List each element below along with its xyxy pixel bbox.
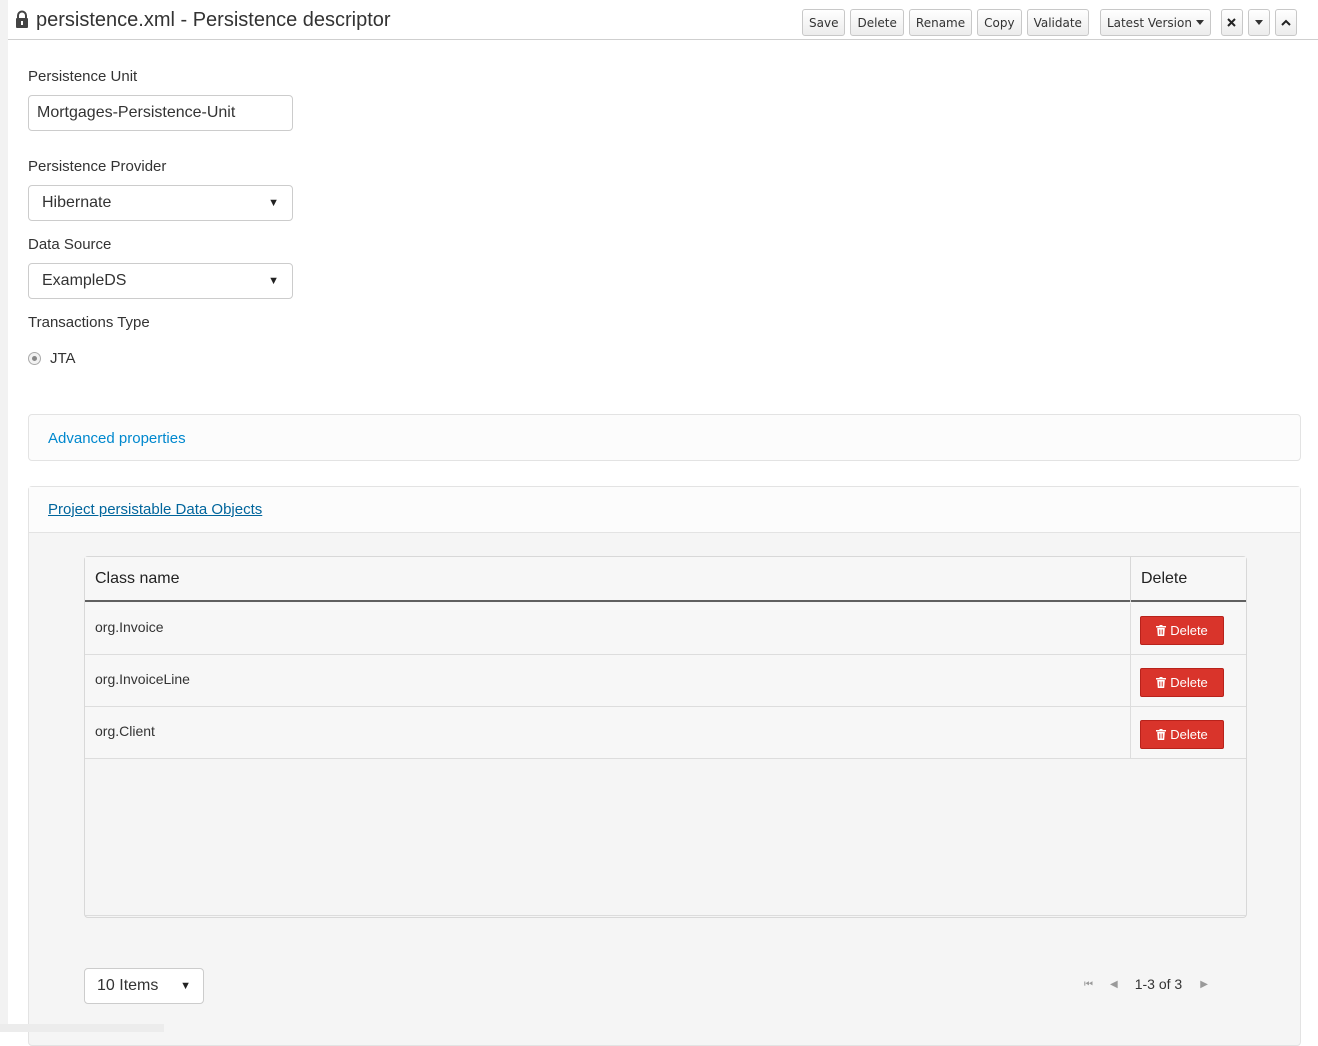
persistence-provider-value: Hibernate — [42, 194, 112, 211]
persistence-provider-select[interactable]: Hibernate ▼ — [28, 185, 293, 221]
table-bottom-border — [85, 915, 1246, 916]
chevron-up-icon — [1281, 19, 1291, 26]
data-source-value: ExampleDS — [42, 272, 127, 289]
jta-radio[interactable] — [28, 352, 41, 365]
editor-title: persistence.xml - Persistence descriptor — [36, 9, 391, 31]
pagination: ⏮ ◀ 1-3 of 3 ▶ — [1084, 976, 1225, 992]
previous-page-icon[interactable]: ◀ — [1110, 979, 1118, 990]
chevron-down-icon: ▼ — [180, 980, 191, 992]
first-page-icon[interactable]: ⏮ — [1084, 979, 1093, 990]
table-row: org.Client Delete — [85, 707, 1246, 759]
table-row: org.Invoice Delete — [85, 603, 1246, 655]
persistence-unit-label: Persistence Unit — [28, 68, 138, 85]
page-range: 1-3 of 3 — [1134, 976, 1183, 992]
row-delete-button[interactable]: Delete — [1140, 668, 1224, 697]
radio-selected-dot — [32, 356, 37, 361]
column-header-delete[interactable]: Delete — [1141, 570, 1187, 588]
data-objects-table: Class name Delete org.Invoice Delete org… — [84, 556, 1247, 918]
latest-version-dropdown[interactable]: Latest Version — [1099, 9, 1211, 36]
chevron-down-icon — [1254, 20, 1263, 25]
row-delete-label: Delete — [1170, 727, 1208, 742]
collapse-button[interactable] — [1274, 9, 1297, 36]
next-page-icon[interactable]: ▶ — [1200, 979, 1208, 990]
row-delete-label: Delete — [1170, 623, 1208, 638]
column-divider — [1130, 707, 1131, 759]
title-bar: persistence.xml - Persistence descriptor — [14, 9, 391, 31]
left-edge — [0, 0, 8, 1032]
data-objects-panel: Project persistable Data Objects Class n… — [28, 486, 1301, 1046]
rename-button[interactable]: Rename — [908, 9, 973, 36]
chevron-down-icon: ▼ — [268, 275, 279, 287]
page-size-select[interactable]: 10 Items ▼ — [84, 968, 204, 1004]
data-objects-heading: Project persistable Data Objects — [29, 487, 1300, 533]
table-row: org.InvoiceLine Delete — [85, 655, 1246, 707]
advanced-properties-panel: Advanced properties — [28, 414, 1301, 461]
class-name-cell: org.InvoiceLine — [95, 671, 190, 687]
menu-dropdown-button[interactable] — [1247, 9, 1270, 36]
validate-button[interactable]: Validate — [1026, 9, 1089, 36]
column-divider — [1130, 557, 1131, 602]
latest-version-label: Latest Version — [1106, 15, 1192, 30]
chevron-down-icon: ▼ — [268, 197, 279, 209]
row-delete-button[interactable]: Delete — [1140, 720, 1224, 749]
transactions-type-label: Transactions Type — [28, 314, 150, 331]
close-button[interactable] — [1220, 9, 1243, 36]
page-size-value: 10 Items — [97, 977, 159, 994]
editor-header: persistence.xml - Persistence descriptor… — [8, 0, 1318, 40]
trash-icon — [1156, 625, 1167, 636]
chevron-down-icon — [1195, 20, 1204, 25]
column-divider — [1130, 655, 1131, 707]
data-objects-link[interactable]: Project persistable Data Objects — [48, 501, 262, 518]
delete-button[interactable]: Delete — [850, 9, 904, 36]
copy-button[interactable]: Copy — [977, 9, 1022, 36]
transactions-type-option: JTA — [28, 350, 76, 367]
class-name-cell: org.Invoice — [95, 619, 164, 635]
toolbar: Save Delete Rename Copy Validate Latest … — [802, 9, 1297, 36]
table-header: Class name Delete — [85, 557, 1246, 602]
close-icon — [1227, 18, 1237, 27]
class-name-cell: org.Client — [95, 723, 155, 739]
advanced-properties-link[interactable]: Advanced properties — [48, 430, 186, 447]
column-header-class-name[interactable]: Class name — [95, 570, 179, 588]
trash-icon — [1156, 677, 1167, 688]
persistence-unit-input[interactable]: Mortgages-Persistence-Unit — [28, 95, 293, 131]
row-delete-button[interactable]: Delete — [1140, 616, 1224, 645]
persistence-provider-label: Persistence Provider — [28, 158, 167, 175]
row-delete-label: Delete — [1170, 675, 1208, 690]
jta-radio-label: JTA — [50, 350, 76, 367]
column-divider — [1130, 603, 1131, 655]
data-source-select[interactable]: ExampleDS ▼ — [28, 263, 293, 299]
data-source-label: Data Source — [28, 236, 112, 253]
persistence-unit-value: Mortgages-Persistence-Unit — [37, 104, 236, 121]
trash-icon — [1156, 729, 1167, 740]
save-button[interactable]: Save — [802, 9, 846, 36]
lock-icon — [16, 10, 28, 28]
horizontal-scrollbar[interactable] — [0, 1024, 164, 1032]
